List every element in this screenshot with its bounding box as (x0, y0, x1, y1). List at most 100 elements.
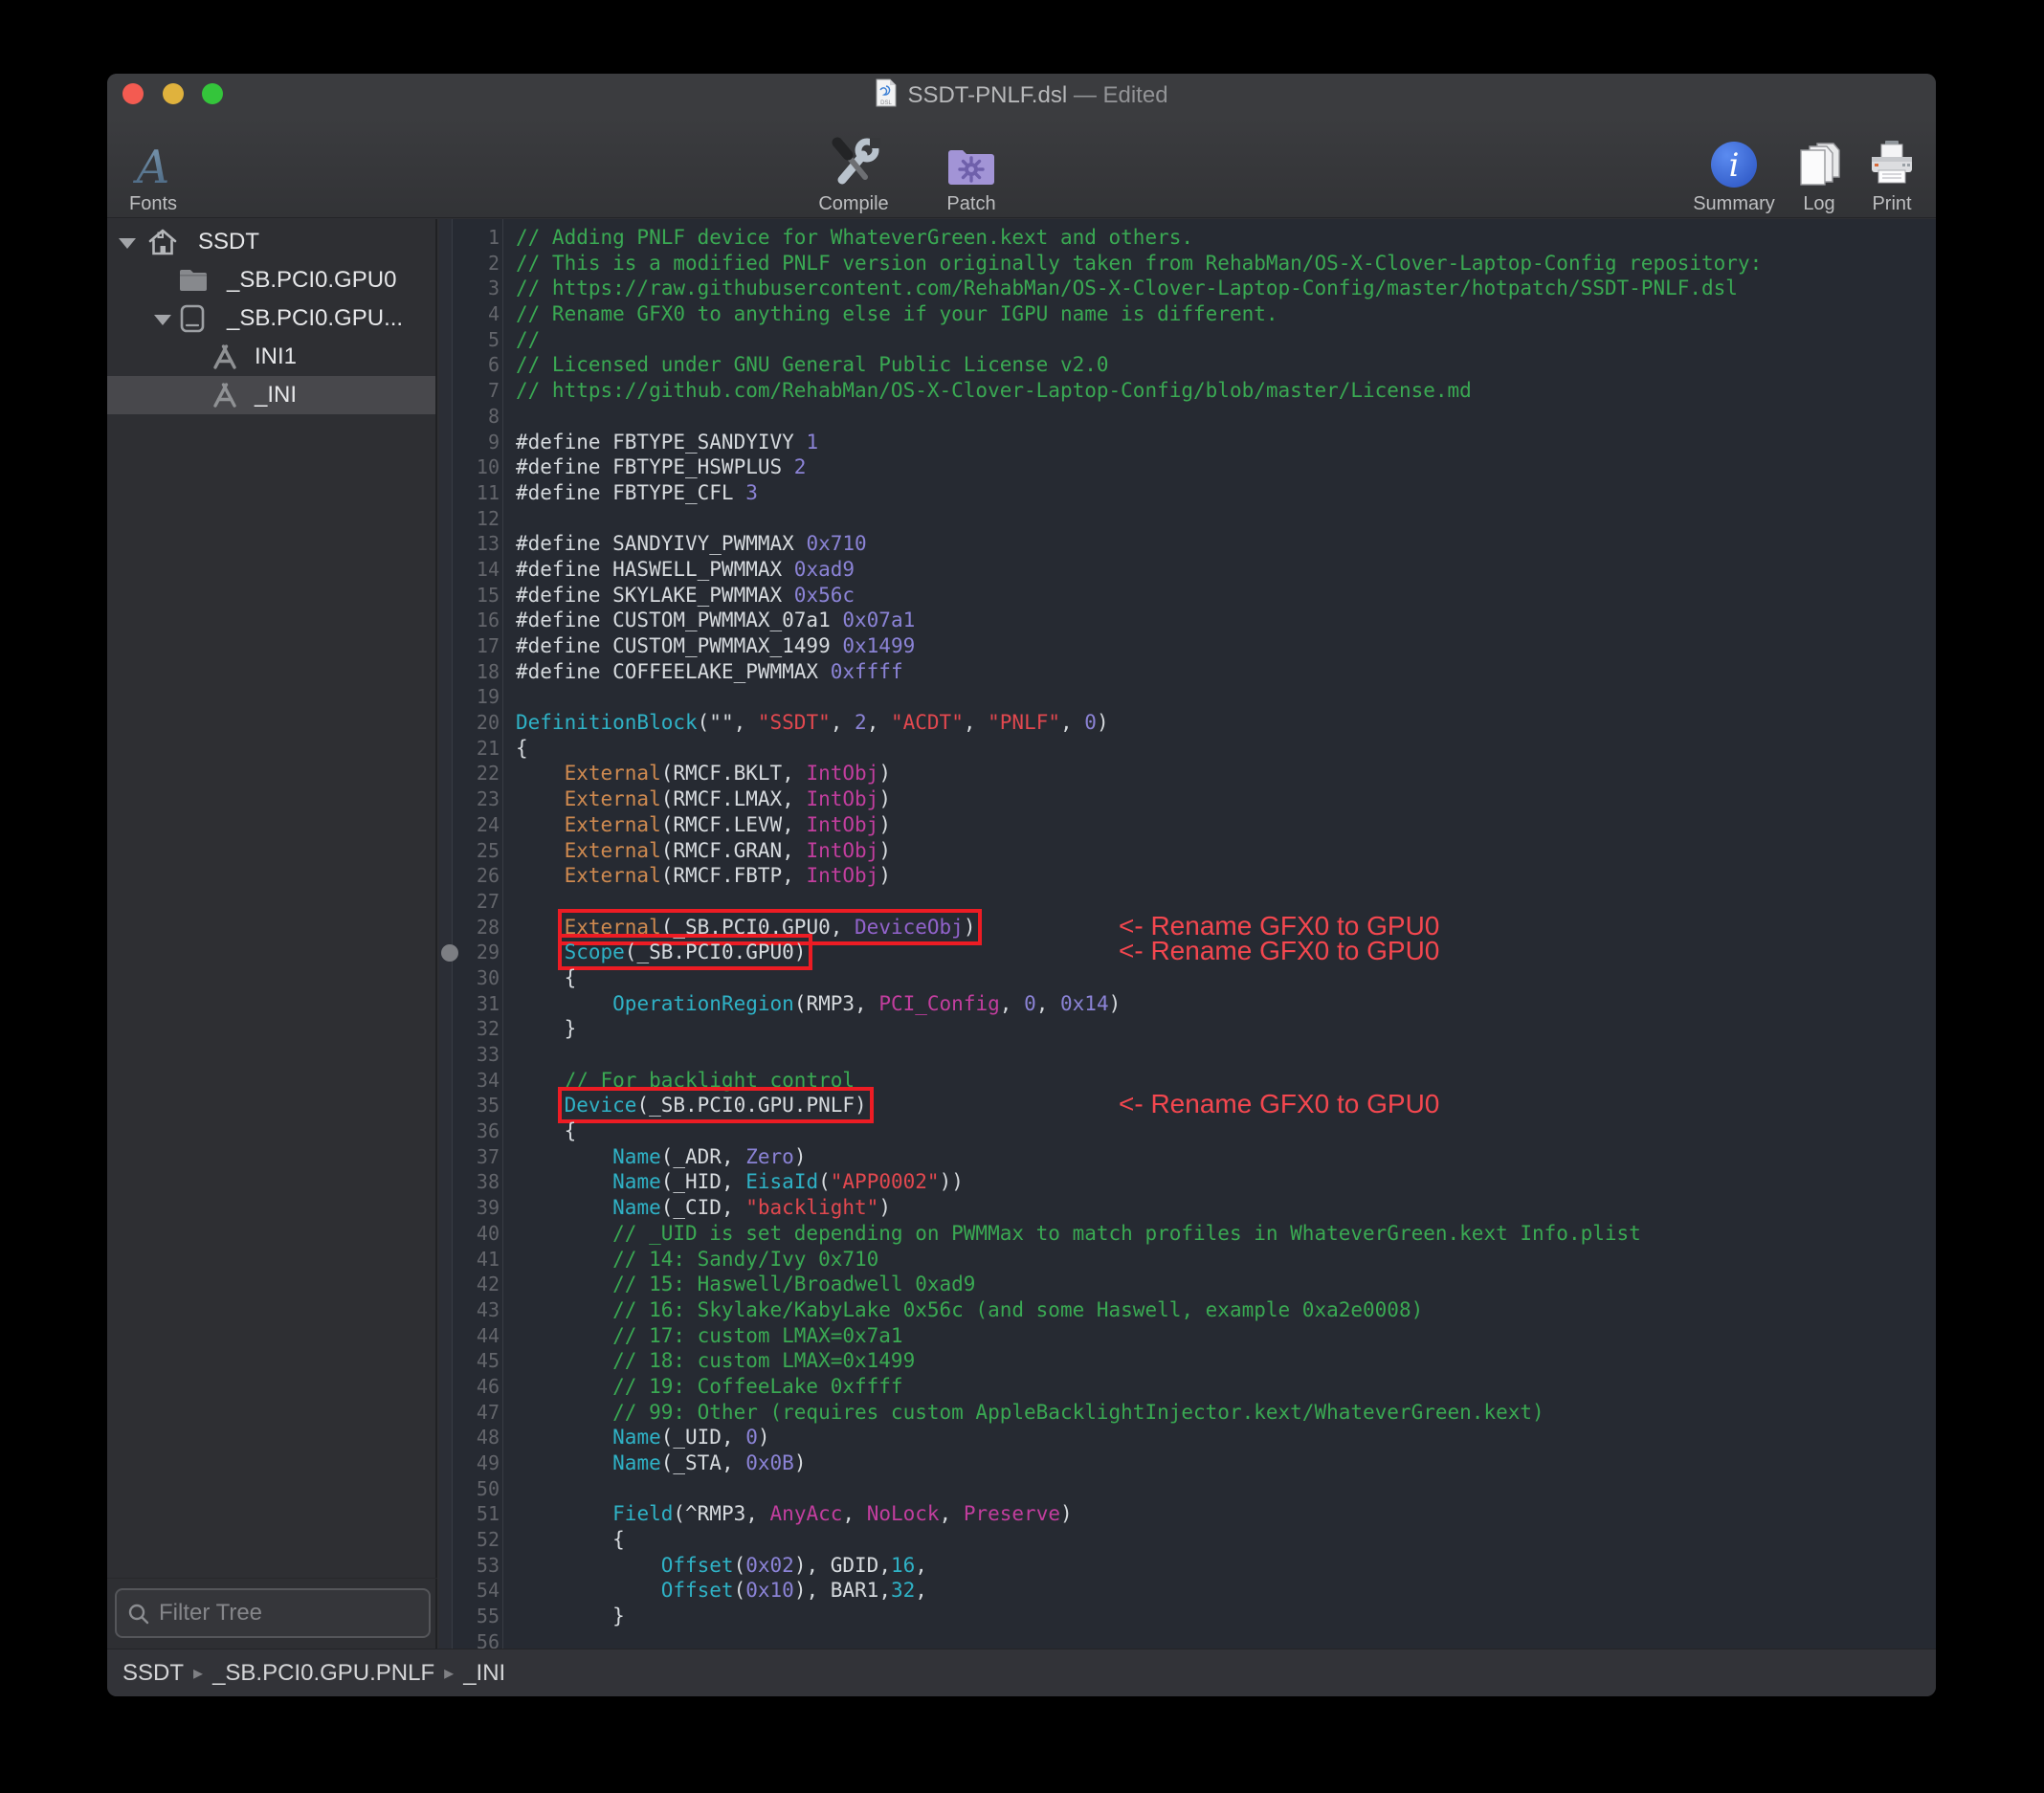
code-line: 49 Name(_STA, 0x0B) (439, 1450, 1936, 1476)
code-text: // https://github.com/RehabMan/OS-X-Clov… (516, 379, 1472, 403)
code-line: 15 #define SKYLAKE_PWMMAX 0x56c (439, 583, 1936, 609)
code-text: #define FBTYPE_HSWPLUS 2 (516, 455, 807, 479)
code-text: External(_SB.PCI0.GPU0, DeviceObj) (516, 908, 983, 945)
rename-highlight-box: Device(_SB.PCI0.GPU.PNLF) (557, 1087, 874, 1124)
filter-area (107, 1578, 437, 1649)
line-number: 54 (476, 1579, 500, 1603)
code-line: 26 External(RMCF.FBTP, IntObj) (439, 863, 1936, 889)
document-proxy-icon[interactable]: DSL (875, 78, 898, 112)
code-text: // _UID is set depending on PWMMax to ma… (516, 1221, 1641, 1245)
tree-item-label: _SB.PCI0.GPU0 (227, 267, 397, 293)
code-line: 20 DefinitionBlock("", "SSDT", 2, "ACDT",… (439, 710, 1936, 736)
code-text: { (516, 1119, 577, 1143)
search-icon (128, 1604, 149, 1625)
line-number: 18 (476, 659, 500, 683)
code-line: 36 { (439, 1118, 1936, 1144)
code-text: // 17: custom LMAX=0x7a1 (516, 1323, 903, 1347)
line-number: 52 (476, 1528, 500, 1552)
code-line: 43 // 16: Skylake/KabyLake 0x56c (and so… (439, 1297, 1936, 1323)
fonts-button[interactable]: A Fonts (107, 122, 225, 214)
line-number: 14 (476, 557, 500, 581)
print-label: Print (1872, 193, 1912, 214)
code-text: #define COFFEELAKE_PWMMAX 0xffff (516, 659, 903, 683)
code-line: 3 // https://raw.githubusercontent.com/Re… (439, 276, 1936, 301)
patch-button[interactable]: Patch (900, 122, 1043, 214)
code-text: // This is a modified PNLF version origi… (516, 251, 1763, 275)
filter-tree-input[interactable] (159, 1590, 427, 1636)
line-number: 20 (476, 711, 500, 735)
code-text: External(RMCF.FBTP, IntObj) (564, 864, 891, 888)
line-number: 46 (476, 1374, 500, 1398)
breadcrumb-method[interactable]: _INI (463, 1660, 505, 1687)
line-number: 43 (476, 1297, 500, 1321)
disclosure-triangle-icon[interactable] (119, 238, 136, 249)
code-text: #define HASWELL_PWMMAX 0xad9 (516, 557, 855, 581)
line-number: 39 (476, 1196, 500, 1220)
code-line: 2 // This is a modified PNLF version orig… (439, 251, 1936, 277)
code-line: 47 // 99: Other (requires custom AppleBa… (439, 1400, 1936, 1426)
code-line: 29 Scope(_SB.PCI0.GPU0) <- Rename GFX0 to… (439, 934, 1936, 971)
rename-highlight-box: Scope(_SB.PCI0.GPU0) (557, 934, 813, 971)
breadcrumb: SSDT ▸ _SB.PCI0.GPU.PNLF ▸ _INI (107, 1649, 1936, 1696)
code-line: 5 // (439, 327, 1936, 353)
line-number: 33 (476, 1043, 500, 1066)
print-button[interactable]: Print (1820, 122, 1936, 214)
code-text: // Adding PNLF device for WhateverGreen.… (516, 226, 1194, 249)
toolbar: A Fonts Compile Patch i Summary Log Prin… (107, 117, 1936, 218)
code-text: { (516, 736, 528, 760)
line-number: 28 (476, 915, 500, 939)
line-number: 50 (476, 1476, 500, 1500)
code-text: Offset(0x02), GDID,16, (660, 1553, 927, 1577)
sidebar-item-ssdt[interactable]: SSDT (107, 223, 435, 261)
rename-annotation: <- Rename GFX0 to GPU0 (1119, 936, 1440, 966)
code-line: 25 External(RMCF.GRAN, IntObj) (439, 838, 1936, 864)
sidebar-item-ini1[interactable]: INI1 (107, 338, 435, 376)
code-line: 13 #define SANDYIVY_PWMMAX 0x710 (439, 531, 1936, 557)
disclosure-triangle-icon[interactable] (154, 315, 171, 325)
code-line: 50 (439, 1476, 1936, 1502)
code-line: 44 // 17: custom LMAX=0x7a1 (439, 1323, 1936, 1349)
breadcrumb-root[interactable]: SSDT (122, 1660, 184, 1687)
code-line: 1 // Adding PNLF device for WhateverGreen… (439, 225, 1936, 251)
device-icon (178, 304, 207, 333)
code-text: // 15: Haswell/Broadwell 0xad9 (516, 1273, 976, 1296)
line-number: 56 (476, 1629, 500, 1649)
code-text: // For backlight control (516, 1068, 855, 1092)
code-text: #define CUSTOM_PWMMAX_1499 0x1499 (516, 634, 916, 657)
sidebar-item--ini[interactable]: _INI (107, 376, 435, 414)
folder-icon (178, 266, 209, 295)
code-line: 22 External(RMCF.BKLT, IntObj) (439, 761, 1936, 786)
rename-highlight-box: External(_SB.PCI0.GPU0, DeviceObj) (557, 908, 983, 945)
code-text: Name(_UID, 0) (612, 1426, 770, 1450)
code-text: Offset(0x10), BAR1,32, (660, 1579, 927, 1603)
line-number: 6 (487, 353, 500, 377)
line-number: 31 (476, 991, 500, 1015)
code-line: 53 Offset(0x02), GDID,16, (439, 1553, 1936, 1579)
tree-item-label: _SB.PCI0.GPU... (227, 305, 404, 331)
sidebar-item--sb-pci0-gpu0[interactable]: _SB.PCI0.GPU0 (107, 261, 435, 299)
code-line: 8 (439, 404, 1936, 430)
code-text: Name(_STA, 0x0B) (612, 1451, 807, 1474)
code-line: 9 #define FBTYPE_SANDYIVY 1 (439, 430, 1936, 455)
tree-item-label: INI1 (255, 343, 298, 369)
sidebar-item--sb-pci0-gpu-[interactable]: _SB.PCI0.GPU... (107, 299, 435, 338)
breadcrumb-device[interactable]: _SB.PCI0.GPU.PNLF (212, 1660, 434, 1687)
line-number: 35 (476, 1094, 500, 1118)
current-position-marker (441, 944, 458, 962)
method-icon (210, 343, 240, 371)
line-number: 53 (476, 1553, 500, 1577)
code-line: 18 #define COFFEELAKE_PWMMAX 0xffff (439, 659, 1936, 685)
code-text: #define CUSTOM_PWMMAX_07a1 0x07a1 (516, 609, 916, 632)
code-editor[interactable]: 1 // Adding PNLF device for WhateverGreen… (439, 219, 1936, 1649)
code-text: { (516, 1528, 625, 1552)
line-number: 49 (476, 1451, 500, 1474)
home-icon (147, 228, 178, 256)
filter-box (115, 1588, 431, 1638)
method-icon (210, 381, 240, 410)
code-line: 16 #define CUSTOM_PWMMAX_07a1 0x07a1 (439, 608, 1936, 633)
title-bar[interactable]: DSL SSDT-PNLF.dsl — Edited (107, 74, 1936, 117)
code-line: 41 // 14: Sandy/Ivy 0x710 (439, 1247, 1936, 1273)
code-text: External(RMCF.BKLT, IntObj) (564, 762, 891, 786)
line-number: 26 (476, 864, 500, 888)
line-number: 42 (476, 1273, 500, 1296)
